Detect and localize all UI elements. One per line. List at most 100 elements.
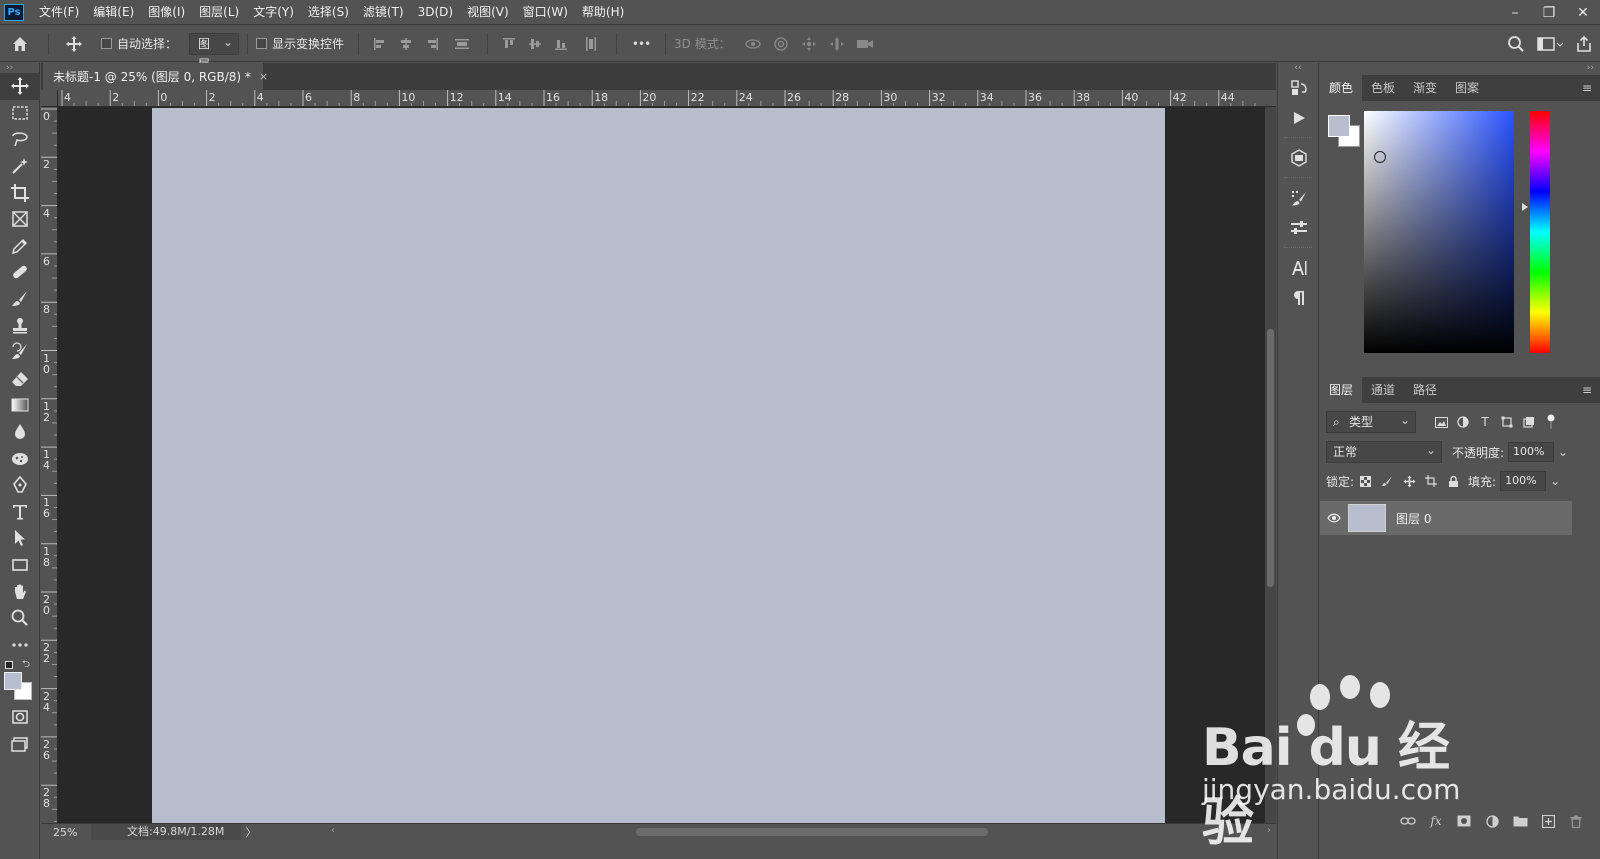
opacity-input[interactable]: 100%	[1508, 442, 1555, 462]
edit-toolbar-icon[interactable]	[0, 631, 40, 658]
crop-tool[interactable]	[0, 179, 40, 206]
tab-gradients[interactable]: 渐变	[1404, 75, 1446, 101]
color-panel-foreground-swatch[interactable]	[1328, 115, 1350, 137]
vertical-scrollbar[interactable]	[1265, 107, 1276, 823]
menu-help[interactable]: 帮助(H)	[575, 0, 631, 25]
restore-button[interactable]: ❐	[1532, 0, 1566, 25]
filter-type-icon[interactable]: T	[1474, 412, 1496, 432]
layer-row[interactable]: 图层 0	[1320, 501, 1572, 535]
filter-shape-icon[interactable]	[1496, 412, 1518, 432]
menu-filter[interactable]: 滤镜(T)	[356, 0, 411, 25]
workspace-icon[interactable]	[1532, 29, 1568, 59]
scroll-right-icon[interactable]: ›	[1267, 825, 1271, 836]
lock-artboard-icon[interactable]	[1420, 471, 1442, 491]
3d-slide-icon[interactable]	[823, 29, 851, 59]
layer-visibility-eye-icon[interactable]	[1320, 513, 1348, 523]
status-menu-arrow-icon[interactable]: 〉	[241, 824, 261, 840]
lasso-tool[interactable]	[0, 126, 40, 153]
move-tool[interactable]	[0, 73, 40, 100]
menu-select[interactable]: 选择(S)	[301, 0, 356, 25]
new-group-folder-icon[interactable]	[1510, 811, 1530, 831]
lock-all-icon[interactable]	[1442, 471, 1464, 491]
rectangle-tool[interactable]	[0, 552, 40, 579]
adjustments-panel-icon[interactable]	[1278, 213, 1320, 243]
path-selection-tool[interactable]	[0, 525, 40, 552]
default-colors-icon[interactable]	[5, 661, 13, 670]
vertical-ruler[interactable]: 0 2 4 6 8 10 12 14 16 18 20 22 24 26 28	[41, 107, 58, 823]
ruler-origin[interactable]	[41, 90, 58, 107]
pen-tool[interactable]	[0, 472, 40, 499]
screen-mode-icon[interactable]	[0, 731, 40, 758]
3d-orbit-icon[interactable]	[739, 29, 767, 59]
add-mask-icon[interactable]	[1454, 811, 1474, 831]
horizontal-scroll-thumb[interactable]	[636, 828, 988, 836]
minimize-button[interactable]: –	[1498, 0, 1532, 25]
hue-slider[interactable]	[1530, 111, 1550, 353]
close-window-button[interactable]: ✕	[1566, 0, 1600, 25]
search-icon[interactable]	[1500, 29, 1532, 59]
character-panel-icon[interactable]	[1278, 253, 1320, 283]
align-center-h-icon[interactable]	[393, 29, 419, 59]
fill-dropdown-icon[interactable]: ⌄	[1550, 474, 1560, 488]
lock-image-pixels-icon[interactable]	[1376, 471, 1398, 491]
marquee-tool[interactable]	[0, 100, 40, 127]
auto-select-checkbox[interactable]	[101, 38, 112, 49]
tab-layers[interactable]: 图层	[1320, 377, 1363, 403]
expand-arrows-icon[interactable]: ››	[1320, 63, 1600, 73]
zoom-tool[interactable]	[0, 605, 40, 632]
document-canvas[interactable]	[152, 108, 1165, 823]
tab-patterns[interactable]: 图案	[1446, 75, 1488, 101]
sponge-tool[interactable]	[0, 445, 40, 472]
paragraph-panel-icon[interactable]	[1278, 283, 1320, 313]
align-top-icon[interactable]	[496, 29, 522, 59]
panel-menu-icon[interactable]: ≡	[1582, 75, 1592, 101]
eraser-tool[interactable]	[0, 366, 40, 393]
menu-image[interactable]: 图像(I)	[141, 0, 192, 25]
menu-layer[interactable]: 图层(L)	[192, 0, 246, 25]
brush-tool[interactable]	[0, 286, 40, 313]
menu-window[interactable]: 窗口(W)	[516, 0, 575, 25]
gradient-tool[interactable]	[0, 392, 40, 419]
share-icon[interactable]	[1568, 29, 1600, 59]
scroll-left-icon[interactable]: ‹	[331, 825, 335, 836]
pasteboard[interactable]	[58, 107, 1265, 823]
delete-layer-trash-icon[interactable]	[1566, 811, 1586, 831]
actions-panel-icon[interactable]	[1278, 103, 1320, 133]
color-picker-cursor[interactable]	[1374, 151, 1386, 163]
layer-name[interactable]: 图层 0	[1396, 510, 1431, 527]
blend-mode-dropdown[interactable]: 正常	[1326, 440, 1442, 463]
menu-3d[interactable]: 3D(D)	[411, 0, 460, 25]
lock-position-icon[interactable]	[1398, 471, 1420, 491]
layer-thumbnail[interactable]	[1348, 504, 1386, 532]
align-right-icon[interactable]	[419, 29, 445, 59]
type-tool[interactable]	[0, 499, 40, 526]
frame-tool[interactable]	[0, 206, 40, 233]
foreground-color-swatch[interactable]	[4, 672, 22, 691]
history-brush-tool[interactable]	[0, 339, 40, 366]
clone-stamp-tool[interactable]	[0, 312, 40, 339]
swap-colors-icon[interactable]: ⮌	[22, 657, 30, 674]
blur-tool[interactable]	[0, 419, 40, 446]
fill-input[interactable]: 100%	[1500, 471, 1547, 491]
align-middle-v-icon[interactable]	[522, 29, 548, 59]
history-panel-icon[interactable]	[1278, 73, 1320, 103]
healing-brush-tool[interactable]	[0, 259, 40, 286]
horizontal-ruler[interactable]: 4 2 0 2 4 6 8 10 12 14 16 18 20 22 24 26 28 30 32 34 36 38 40 4…	[58, 90, 1276, 107]
auto-select-dropdown[interactable]: 图层	[189, 32, 240, 71]
layer-filter-dropdown[interactable]: ⌕ 类型	[1326, 410, 1416, 433]
magic-wand-tool[interactable]	[0, 153, 40, 180]
brush-settings-icon[interactable]	[1278, 183, 1320, 213]
color-picker-field[interactable]	[1364, 111, 1514, 353]
align-bottom-icon[interactable]	[548, 29, 574, 59]
lock-transparent-pixels-icon[interactable]	[1354, 471, 1376, 491]
eyedropper-tool[interactable]	[0, 233, 40, 260]
3d-panel-icon[interactable]	[1278, 143, 1320, 173]
menu-type[interactable]: 文字(Y)	[246, 0, 301, 25]
tab-channels[interactable]: 通道	[1362, 377, 1404, 403]
filter-smart-object-icon[interactable]	[1518, 412, 1540, 432]
panel-menu-icon[interactable]: ≡	[1582, 377, 1592, 403]
distribute-icon[interactable]	[445, 29, 479, 59]
panel-grip-icon[interactable]: ››	[0, 63, 39, 73]
home-icon[interactable]	[0, 29, 40, 59]
menu-view[interactable]: 视图(V)	[460, 0, 516, 25]
